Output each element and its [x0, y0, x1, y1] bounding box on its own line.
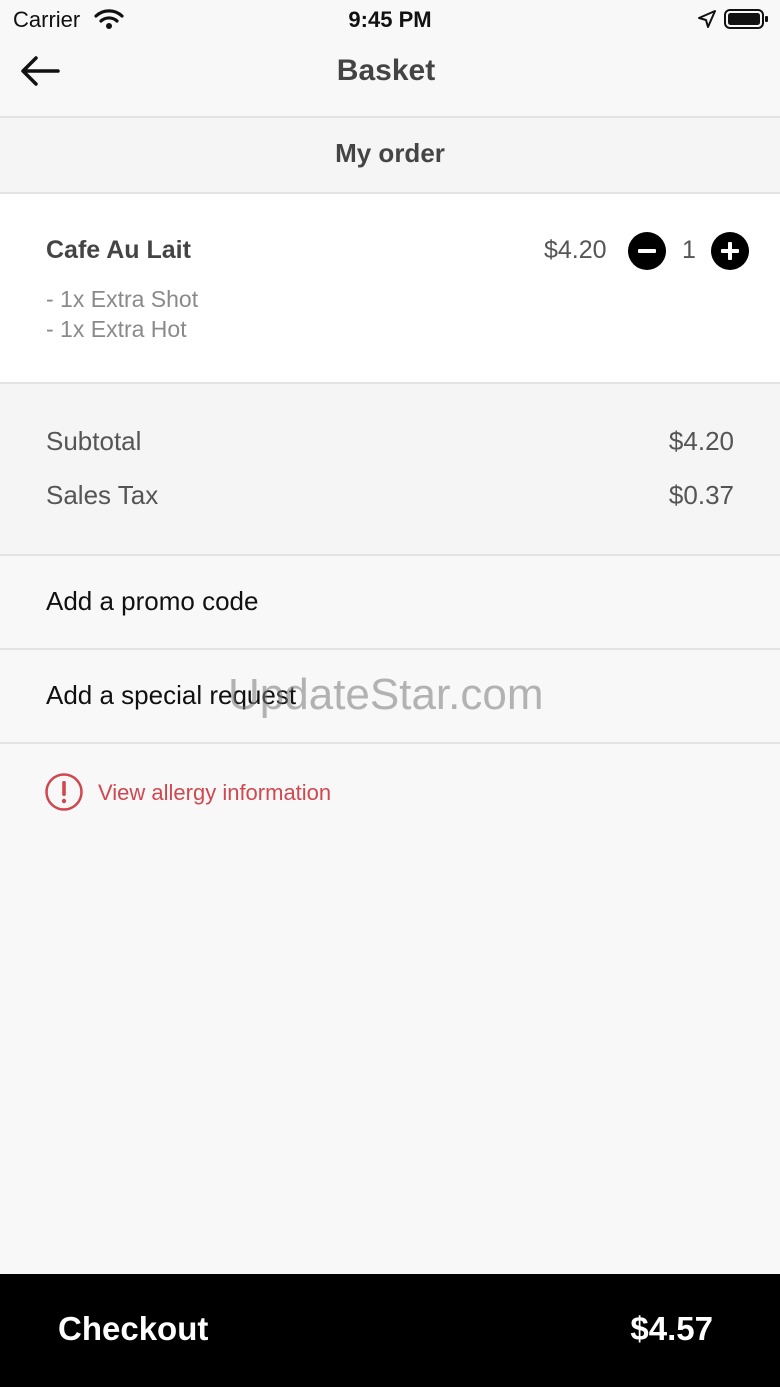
nav-bar: Basket	[0, 40, 780, 118]
checkout-total: $4.57	[630, 1310, 713, 1347]
checkout-button[interactable]: Checkout $4.57	[0, 1274, 780, 1387]
item-quantity: 1	[682, 236, 696, 264]
section-title: My order	[335, 138, 445, 168]
my-order-header: My order	[0, 118, 780, 194]
item-modifier: - 1x Extra Hot	[46, 316, 187, 342]
subtotal-label: Subtotal	[46, 426, 142, 456]
location-arrow-icon	[698, 10, 716, 28]
special-request-label: Add a special request	[46, 680, 297, 710]
checkout-label: Checkout	[58, 1310, 209, 1347]
decrease-quantity-button[interactable]	[628, 232, 666, 270]
promo-code-label: Add a promo code	[46, 586, 259, 616]
item-modifier: - 1x Extra Shot	[46, 286, 199, 312]
add-promo-code-row[interactable]: Add a promo code	[0, 556, 780, 650]
item-price: $4.20	[544, 236, 607, 264]
status-time: 9:45 PM	[348, 7, 432, 32]
order-item: Cafe Au Lait $4.20 1 - 1x Extra Shot - 1…	[0, 194, 780, 384]
allergy-label: View allergy information	[98, 780, 332, 805]
battery-icon	[724, 9, 768, 29]
sales-tax-value: $0.37	[668, 480, 734, 510]
status-bar: Carrier 9:45 PM	[0, 0, 780, 40]
sales-tax-label: Sales Tax	[46, 480, 159, 510]
add-special-request-row[interactable]: Add a special request	[0, 650, 780, 744]
alert-circle-icon	[45, 773, 83, 811]
page-title: Basket	[336, 54, 436, 87]
order-totals: Subtotal $4.20 Sales Tax $0.37	[0, 384, 780, 556]
increase-quantity-button[interactable]	[711, 232, 749, 270]
item-name: Cafe Au Lait	[46, 236, 191, 264]
subtotal-value: $4.20	[668, 426, 734, 456]
